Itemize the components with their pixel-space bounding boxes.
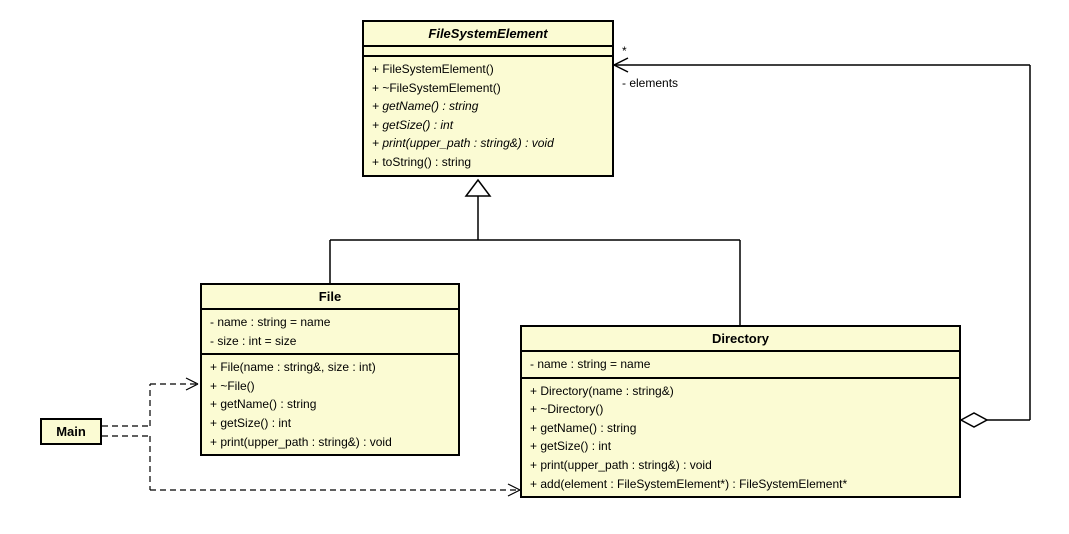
multiplicity-label: * (622, 44, 627, 58)
class-title: File (202, 285, 458, 310)
operation: + getSize() : int (530, 437, 951, 456)
operation: + getName() : string (372, 97, 604, 116)
role-label: - elements (622, 76, 678, 90)
operation: + getName() : string (210, 395, 450, 414)
class-attrs-empty (364, 47, 612, 57)
attribute: - name : string = name (530, 355, 951, 374)
operation: + print(upper_path : string&) : void (372, 134, 604, 153)
class-ops: + File(name : string&, size : int)+ ~Fil… (202, 355, 458, 454)
class-ops: + FileSystemElement()+ ~FileSystemElemen… (364, 57, 612, 175)
operation: + ~Directory() (530, 400, 951, 419)
class-main: Main (40, 418, 102, 445)
operation: + getSize() : int (210, 414, 450, 433)
operation: + getName() : string (530, 419, 951, 438)
class-directory: Directory - name : string = name + Direc… (520, 325, 961, 498)
class-attrs: - name : string = name (522, 352, 959, 379)
attribute: - name : string = name (210, 313, 450, 332)
attribute: - size : int = size (210, 332, 450, 351)
class-title: Main (42, 420, 100, 443)
class-title: FileSystemElement (364, 22, 612, 47)
operation: + ~FileSystemElement() (372, 79, 604, 98)
class-file: File - name : string = name- size : int … (200, 283, 460, 456)
operation: + print(upper_path : string&) : void (210, 433, 450, 452)
operation: + FileSystemElement() (372, 60, 604, 79)
operation: + getSize() : int (372, 116, 604, 135)
operation: + print(upper_path : string&) : void (530, 456, 951, 475)
class-attrs: - name : string = name- size : int = siz… (202, 310, 458, 355)
operation: + Directory(name : string&) (530, 382, 951, 401)
operation: + File(name : string&, size : int) (210, 358, 450, 377)
operation: + add(element : FileSystemElement*) : Fi… (530, 475, 951, 494)
class-ops: + Directory(name : string&)+ ~Directory(… (522, 379, 959, 497)
class-filesystemelement: FileSystemElement + FileSystemElement()+… (362, 20, 614, 177)
operation: + ~File() (210, 377, 450, 396)
operation: + toString() : string (372, 153, 604, 172)
class-title: Directory (522, 327, 959, 352)
